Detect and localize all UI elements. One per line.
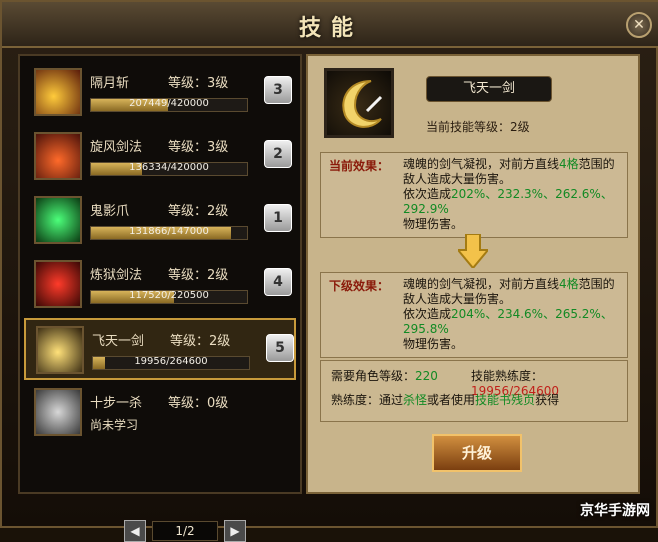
flying-sword-icon [36,326,84,374]
ghost-claw-icon [34,196,82,244]
effect-text-part: 物理伤害。 [403,217,464,231]
skill-exp-text: 19956/264600 [134,356,208,367]
title-bar: 技能 ✕ [2,2,658,48]
skill-exp-text: 136334/420000 [129,162,209,173]
role-level-value: 220 [415,369,438,383]
skill-row-lianyujianfa[interactable]: 炼狱剑法 等级：2级 117520/220500 4 [24,254,296,316]
next-page-button[interactable]: ▶ [224,520,246,542]
proficiency-label: 技能熟练度： [471,369,544,383]
window-title: 技能 [298,16,363,41]
skill-exp-text: 131866/147000 [129,226,209,237]
hotkey-button[interactable]: 3 [264,76,292,104]
skill-exp-bar: 131866/147000 [90,226,248,240]
skill-exp-text: 207449/420000 [129,98,209,109]
skill-level: 等级：3级 [168,76,229,91]
hotkey-button[interactable]: 1 [264,204,292,232]
requirements-box: 需要角色等级：220 技能熟练度：19956/264600 熟练度：通过杀怪或者… [320,360,628,422]
selected-skill-name: 飞天一剑 [426,76,552,102]
skill-exp-bar: 19956/264600 [92,356,250,370]
skill-exp-bar: 117520/220500 [90,290,248,304]
skill-name: 隔月斩 [90,76,130,91]
hint-highlight: 杀怪 [403,393,428,407]
pager: ◀ 1/2 ▶ [124,520,246,542]
skill-window: 技能 ✕ 隔月斩 等级：3级 207449/420000 3 旋风剑法 等级：3… [0,0,658,542]
skill-row-geyuezhan[interactable]: 隔月斩 等级：3级 207449/420000 3 [24,62,296,124]
skill-name: 鬼影爪 [90,204,130,219]
effect-text-part: 依次造成 [403,187,452,201]
current-effect-box: 当前效果： 魂魄的剑气凝视，对前方直线4格范围的敌人造成大量伤害。 依次造成20… [320,152,628,238]
prev-page-button[interactable]: ◀ [124,520,146,542]
skill-row-feitianyijian[interactable]: 飞天一剑 等级：2级 19956/264600 5 [24,318,296,380]
unlearned-text: 尚未学习 [90,418,139,432]
effect-range-highlight: 4格 [559,277,579,291]
skill-level: 等级：0级 [168,396,229,411]
skill-name: 旋风剑法 [90,140,143,155]
current-effect-tag: 当前效果： [329,159,390,173]
effect-text-part: 魂魄的剑气凝视，对前方直线 [403,157,560,171]
hotkey-button[interactable]: 4 [264,268,292,296]
hint-text: 熟练度：通过 [331,393,404,407]
skill-detail-panel: 飞天一剑 当前技能等级：2级 当前效果： 魂魄的剑气凝视，对前方直线4格范围的敌… [306,54,640,494]
skill-name: 炼狱剑法 [90,268,143,283]
skill-row-shibuyisha[interactable]: 十步一杀 等级：0级 尚未学习 [24,382,296,444]
skill-row-xuanfengjianfa[interactable]: 旋风剑法 等级：3级 136334/420000 2 [24,126,296,188]
page-indicator: 1/2 [152,521,218,541]
hotkey-button[interactable]: 2 [264,140,292,168]
watermark-text: 京华手游网 [580,503,650,519]
selected-skill-icon [324,68,394,138]
skill-level: 等级：3级 [168,140,229,155]
effect-text-part: 物理伤害。 [403,337,464,351]
role-level-requirement: 需要角色等级：220 [331,367,438,384]
effect-text-part: 依次造成 [403,307,452,321]
effect-text-part: 魂魄的剑气凝视，对前方直线 [403,277,560,291]
hint-text: 获得 [535,393,560,407]
skill-name: 十步一杀 [90,396,143,411]
hint-highlight: 技能书残页 [475,393,536,407]
skill-row-guiyingzhua[interactable]: 鬼影爪 等级：2级 131866/147000 1 [24,190,296,252]
effect-range-highlight: 4格 [559,157,579,171]
hint-text: 或者使用 [427,393,476,407]
skill-name: 飞天一剑 [92,334,145,349]
arrow-down-icon [458,234,488,268]
skill-list-panel: 隔月斩 等级：3级 207449/420000 3 旋风剑法 等级：3级 136… [18,54,302,542]
skill-level: 等级：2级 [168,204,229,219]
shadow-step-icon [34,388,82,436]
skill-exp-bar: 136334/420000 [90,162,248,176]
skill-exp-text: 117520/220500 [129,290,209,301]
whirlwind-icon [34,132,82,180]
current-effect-text: 魂魄的剑气凝视，对前方直线4格范围的敌人造成大量伤害。 依次造成202%、232… [403,157,623,232]
next-effect-tag: 下级效果： [329,279,390,293]
next-effect-text: 魂魄的剑气凝视，对前方直线4格范围的敌人造成大量伤害。 依次造成204%、234… [403,277,623,352]
current-skill-level: 当前技能等级：2级 [426,120,530,134]
proficiency-hint: 熟练度：通过杀怪或者使用技能书残页获得 [331,391,559,408]
skill-exp-bar: 207449/420000 [90,98,248,112]
upgrade-button[interactable]: 升级 [432,434,522,472]
skill-level: 等级：2级 [170,334,231,349]
role-level-label: 需要角色等级： [331,369,416,383]
inferno-blade-icon [34,260,82,308]
crescent-icon [342,80,383,128]
hotkey-button[interactable]: 5 [266,334,294,362]
moon-slash-icon [34,68,82,116]
next-effect-box: 下级效果： 魂魄的剑气凝视，对前方直线4格范围的敌人造成大量伤害。 依次造成20… [320,272,628,358]
skill-level: 等级：2级 [168,268,229,283]
close-button[interactable]: ✕ [626,12,652,38]
